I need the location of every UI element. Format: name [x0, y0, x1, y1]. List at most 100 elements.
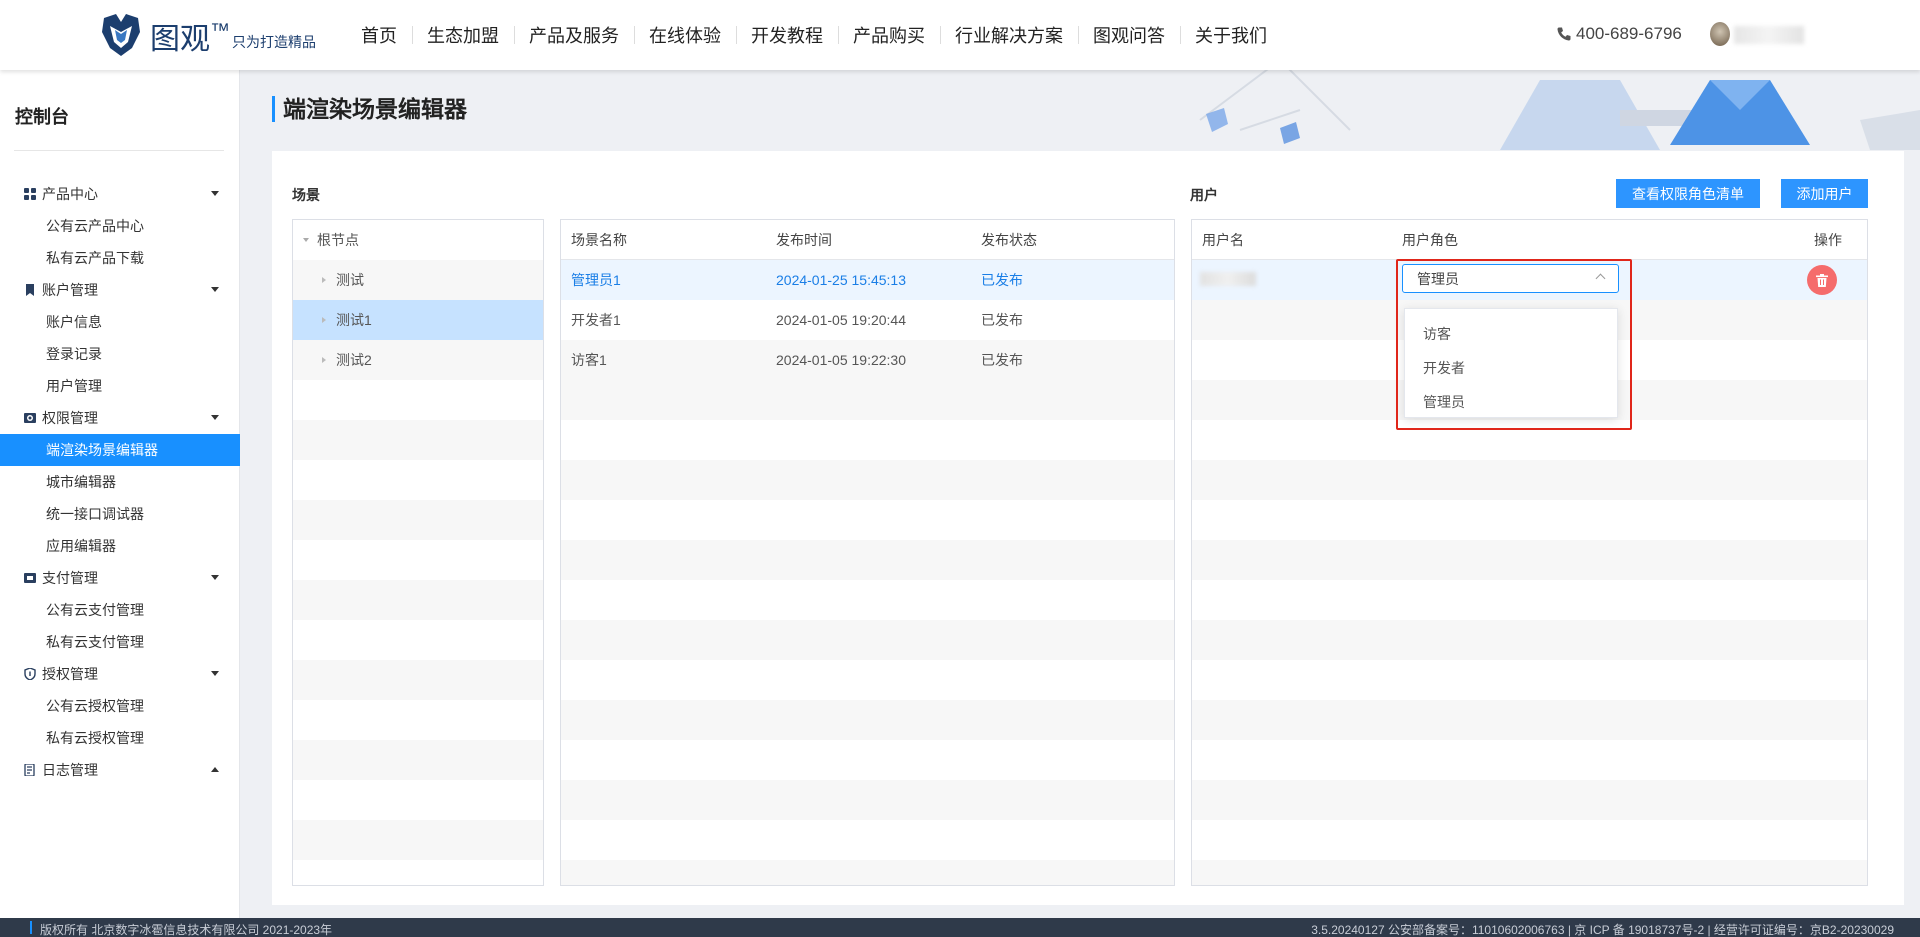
sidebar-item-public-cloud-products[interactable]: 公有云产品中心: [0, 210, 240, 242]
footer-icp: 3.5.20240127 公安部备案号：11010602006763 | 京 I…: [1311, 923, 1894, 937]
phone-contact: 400-689-6796: [1556, 24, 1682, 44]
collapsed-arrow-icon: [322, 317, 326, 323]
scene-name-cell: 开发者1: [571, 312, 621, 328]
sidebar-group-label: 授权管理: [42, 666, 98, 682]
sidebar-item-private-cloud-download[interactable]: 私有云产品下载: [0, 242, 240, 274]
brand-tm: ™: [210, 20, 230, 42]
user-section-label: 用户: [1190, 187, 1218, 203]
sidebar-item-public-cloud-payment[interactable]: 公有云支付管理: [0, 594, 240, 626]
sidebar-group-logs[interactable]: 日志管理: [0, 754, 240, 786]
sidebar: 控制台 产品中心 公有云产品中心 私有云产品下载 账户管理 账户信息 登录记录 …: [0, 70, 240, 918]
username-redacted: [1200, 272, 1256, 286]
nav-about[interactable]: 关于我们: [1180, 22, 1282, 48]
sidebar-item-private-cloud-payment[interactable]: 私有云支付管理: [0, 626, 240, 658]
sidebar-item-login-records[interactable]: 登录记录: [0, 338, 240, 370]
trash-icon: [1816, 273, 1828, 287]
shield-icon: [24, 668, 36, 680]
tree-node-test2[interactable]: 测试2: [293, 340, 543, 380]
grid-icon: [24, 188, 36, 200]
tree-node-label: 测试1: [336, 312, 372, 328]
delete-user-button[interactable]: [1807, 265, 1837, 295]
publish-time-cell: 2024-01-05 19:22:30: [776, 352, 906, 368]
brand-name: 图观: [150, 23, 210, 56]
table-row[interactable]: 开发者1 2024-01-05 19:20:44 已发布: [561, 300, 1174, 340]
chevron-down-icon: [211, 191, 219, 196]
sidebar-item-account-info[interactable]: 账户信息: [0, 306, 240, 338]
log-icon: [24, 764, 35, 776]
sidebar-item-scene-editor[interactable]: 端渲染场景编辑器: [0, 434, 240, 466]
col-publish-status: 发布状态: [981, 231, 1037, 248]
nav-purchase[interactable]: 产品购买: [838, 22, 940, 48]
sidebar-divider: [14, 150, 224, 151]
scene-name-cell: 管理员1: [571, 272, 621, 288]
nav-solutions[interactable]: 行业解决方案: [940, 22, 1078, 48]
top-navbar: 图观 ™ 只为打造精品 首页 生态加盟 产品及服务 在线体验 开发教程 产品购买…: [0, 0, 1920, 70]
nav-online-demo[interactable]: 在线体验: [634, 22, 736, 48]
sidebar-item-user-management[interactable]: 用户管理: [0, 370, 240, 402]
sidebar-item-city-editor[interactable]: 城市编辑器: [0, 466, 240, 498]
page-title: 端渲染场景编辑器: [272, 96, 467, 122]
view-roles-button[interactable]: 查看权限角色清单: [1616, 179, 1760, 208]
expand-arrow-icon: [303, 238, 309, 242]
sidebar-group-product-center[interactable]: 产品中心: [0, 178, 240, 210]
sidebar-group-authorization[interactable]: 授权管理: [0, 658, 240, 690]
annotation-highlight-frame: [1396, 259, 1632, 430]
chevron-down-icon: [211, 575, 219, 580]
sidebar-group-permissions[interactable]: 权限管理: [0, 402, 240, 434]
scene-name-cell: 访客1: [571, 352, 607, 368]
sidebar-item-api-debugger[interactable]: 统一接口调试器: [0, 498, 240, 530]
add-user-button[interactable]: 添加用户: [1781, 179, 1868, 208]
col-publish-time: 发布时间: [776, 231, 832, 248]
nav-qa[interactable]: 图观问答: [1078, 22, 1180, 48]
phone-number: 400-689-6796: [1576, 24, 1682, 43]
sidebar-title: 控制台: [15, 107, 69, 127]
logo-icon: [102, 14, 140, 56]
sidebar-group-label: 账户管理: [42, 282, 98, 298]
chevron-up-icon: [211, 767, 219, 772]
tree-node-label: 根节点: [317, 232, 359, 248]
tree-node-test1[interactable]: 测试1: [293, 300, 543, 340]
username-redacted[interactable]: [1734, 26, 1804, 44]
sidebar-group-account[interactable]: 账户管理: [0, 274, 240, 306]
nav-tutorials[interactable]: 开发教程: [736, 22, 838, 48]
sidebar-group-label: 产品中心: [42, 186, 98, 202]
nav-products[interactable]: 产品及服务: [514, 22, 634, 48]
tree-node-test[interactable]: 测试: [293, 260, 543, 300]
avatar[interactable]: [1710, 22, 1730, 46]
col-actions: 操作: [1814, 231, 1842, 248]
sidebar-item-app-editor[interactable]: 应用编辑器: [0, 530, 240, 562]
tree-node-label: 测试: [336, 272, 364, 288]
brand-slogan: 只为打造精品: [232, 34, 316, 50]
table-row[interactable]: 管理员1 2024-01-25 15:45:13 已发布: [561, 260, 1174, 300]
tree-node-root[interactable]: 根节点: [293, 220, 543, 260]
tree-node-label: 测试2: [336, 352, 372, 368]
nav-home[interactable]: 首页: [346, 22, 412, 48]
table-header: 场景名称 发布时间 发布状态: [561, 220, 1174, 260]
footer-copyright: 版权所有 北京数字冰雹信息技术有限公司 2021-2023年: [29, 921, 333, 937]
publish-status-cell: 已发布: [981, 352, 1023, 368]
publish-status-cell: 已发布: [981, 312, 1023, 328]
col-user-role: 用户角色: [1402, 231, 1458, 248]
chevron-down-icon: [211, 671, 219, 676]
table-header: 用户名 用户角色 操作: [1192, 220, 1867, 260]
collapsed-arrow-icon: [322, 357, 326, 363]
table-row[interactable]: 访客1 2024-01-05 19:22:30 已发布: [561, 340, 1174, 380]
sidebar-menu: 产品中心 公有云产品中心 私有云产品下载 账户管理 账户信息 登录记录 用户管理…: [0, 178, 240, 786]
scene-section-label: 场景: [292, 187, 320, 203]
sidebar-item-private-cloud-auth[interactable]: 私有云授权管理: [0, 722, 240, 754]
sidebar-group-payment[interactable]: 支付管理: [0, 562, 240, 594]
nav-ecosystem[interactable]: 生态加盟: [412, 22, 514, 48]
sidebar-group-label: 权限管理: [42, 410, 98, 426]
brand-logo[interactable]: 图观 ™ 只为打造精品: [98, 12, 316, 58]
chevron-down-icon: [211, 287, 219, 292]
collapsed-arrow-icon: [322, 277, 326, 283]
sidebar-item-public-cloud-auth[interactable]: 公有云授权管理: [0, 690, 240, 722]
scene-table: 场景名称 发布时间 发布状态 管理员1 2024-01-25 15:45:13 …: [560, 219, 1175, 886]
col-scene-name: 场景名称: [571, 231, 627, 248]
sidebar-group-label: 支付管理: [42, 570, 98, 586]
payment-icon: [24, 573, 36, 583]
sidebar-group-label: 日志管理: [42, 762, 98, 778]
camera-icon: [24, 413, 36, 423]
bookmark-icon: [26, 284, 34, 296]
phone-icon: [1557, 27, 1571, 41]
